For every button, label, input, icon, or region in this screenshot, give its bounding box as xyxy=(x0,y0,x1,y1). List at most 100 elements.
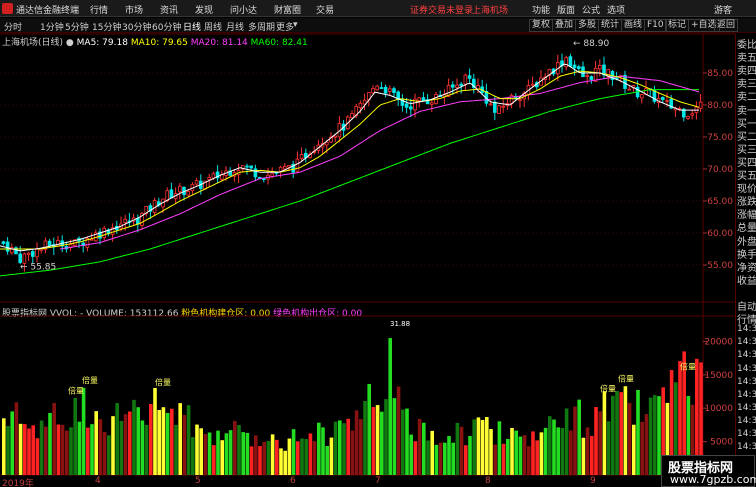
candle-body xyxy=(455,84,459,88)
volume-bar xyxy=(644,413,649,475)
candle-body xyxy=(417,97,421,101)
volume-bar xyxy=(451,442,455,475)
volume-bar xyxy=(182,414,187,475)
candle-body xyxy=(593,67,598,82)
volume-bar xyxy=(640,421,644,475)
candle-body xyxy=(450,84,455,88)
volume-bar xyxy=(363,400,367,475)
volume-bar xyxy=(287,438,292,475)
candle-body xyxy=(282,165,287,170)
volume-bar xyxy=(573,406,577,475)
candle-body xyxy=(598,64,602,70)
volume-bar xyxy=(94,411,98,475)
volume-tick-label: 10000 xyxy=(704,404,733,414)
price-tick-label: 85.00 xyxy=(707,69,733,79)
volume-bar xyxy=(489,429,493,475)
volume-bar xyxy=(396,386,401,475)
chart-canvas[interactable]: 55.00 60.00 65.00 70.00 75.00 80.00 85.00 5000 1… xyxy=(0,0,756,487)
candle-body xyxy=(165,190,170,201)
price-axis: 55.00 60.00 65.00 70.00 75.00 80.00 85.00 5000 1… xyxy=(703,69,733,448)
volume-bar xyxy=(98,419,103,475)
volume-bar xyxy=(476,417,481,475)
double-volume-marker: 倍量 xyxy=(600,383,616,393)
volume-bar xyxy=(90,424,94,475)
side-panel-label: 14:30 xyxy=(737,429,756,439)
x-label: 7 xyxy=(375,476,381,486)
volume-bar xyxy=(518,436,523,475)
volume-bar xyxy=(468,435,472,475)
volume-bar xyxy=(228,430,233,475)
candle-body xyxy=(5,241,10,252)
candle-body xyxy=(383,86,388,94)
candle-body xyxy=(467,75,472,79)
volume-bar xyxy=(283,450,287,475)
candlesticks xyxy=(1,53,703,272)
volume-bar xyxy=(312,441,317,475)
volume-bar xyxy=(56,424,61,475)
volume-bar xyxy=(384,399,388,475)
volume-bar xyxy=(216,430,220,475)
volume-bar xyxy=(531,431,535,475)
side-panel-label: 14:30 xyxy=(737,363,756,374)
candle-body xyxy=(627,88,631,91)
x-label: 9 xyxy=(590,476,596,486)
volume-bar xyxy=(367,383,371,475)
volume-bar xyxy=(401,409,405,475)
volume-bar xyxy=(564,408,569,475)
volume-bar xyxy=(338,420,342,475)
candle-body xyxy=(408,106,413,110)
volume-bar xyxy=(65,430,69,475)
candle-body xyxy=(577,66,581,69)
volume-bar xyxy=(6,425,10,475)
candle-body xyxy=(333,135,337,138)
volume-bar xyxy=(636,389,640,475)
volume-bar xyxy=(233,421,237,475)
side-panel-label: 14:30 xyxy=(737,350,756,361)
candle-body xyxy=(501,105,505,108)
candle-body xyxy=(518,99,522,102)
volume-bar xyxy=(69,427,73,475)
volume-bar xyxy=(81,387,86,475)
volume-bar xyxy=(409,434,413,475)
candle-body xyxy=(358,102,363,108)
volume-bar xyxy=(27,428,31,475)
candle-body xyxy=(698,101,703,109)
volume-bar xyxy=(380,411,384,475)
candle-body xyxy=(392,88,396,93)
candle-body xyxy=(572,64,577,69)
volume-bar xyxy=(115,403,119,475)
high-price-label: ← 88.90 xyxy=(573,39,609,49)
volume-bar xyxy=(23,423,27,475)
volume-bar xyxy=(653,395,657,475)
volume-bar xyxy=(350,430,355,475)
candle-body xyxy=(18,253,22,263)
candle-body xyxy=(1,241,6,244)
double-volume-marker: 倍量 xyxy=(618,373,634,383)
volume-bar xyxy=(459,426,464,475)
volume-bar xyxy=(422,422,426,475)
volume-bar xyxy=(590,435,594,475)
volume-bar xyxy=(632,424,636,475)
candle-body xyxy=(371,87,375,94)
volume-tick-label: 5000 xyxy=(710,438,733,448)
candle-body xyxy=(295,158,300,172)
volume-bar xyxy=(548,416,552,475)
volume-bar xyxy=(224,433,229,475)
volume-peak-label: 31.88 xyxy=(390,320,410,328)
volume-bar xyxy=(308,433,313,475)
price-tick-label: 60.00 xyxy=(707,229,733,239)
volume-bar xyxy=(539,432,544,475)
candle-body xyxy=(287,165,291,168)
volume-bar xyxy=(266,440,271,475)
price-tick-label: 70.00 xyxy=(707,165,733,175)
volume-bar xyxy=(510,427,514,475)
volume-bar xyxy=(191,437,195,475)
volume-bar xyxy=(245,432,250,475)
volume-bar xyxy=(102,432,107,475)
volume-bar xyxy=(321,427,325,475)
volume-bar xyxy=(170,408,174,475)
volume-bar xyxy=(296,441,300,475)
candle-body xyxy=(429,102,434,105)
candle-body xyxy=(299,154,304,159)
volume-bar xyxy=(203,433,208,475)
